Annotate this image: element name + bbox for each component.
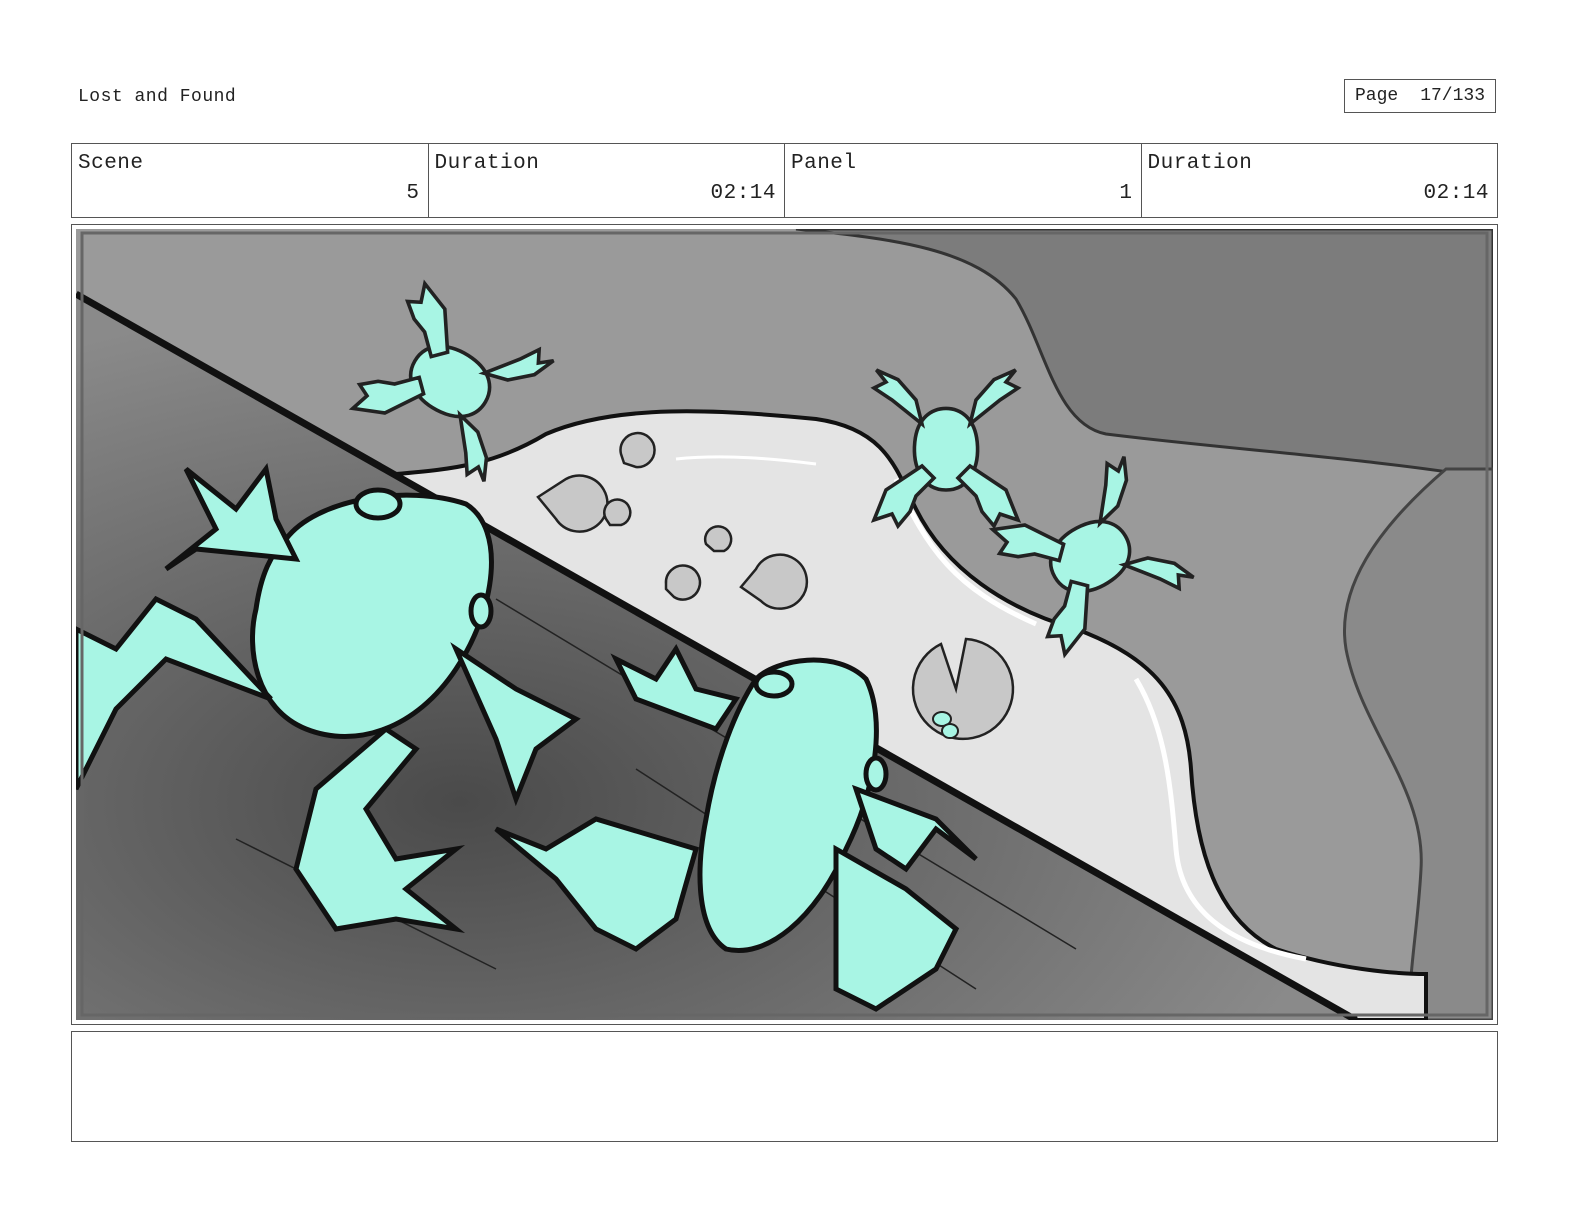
lily-pad-large xyxy=(911,637,1015,741)
panel-label: Panel xyxy=(791,152,857,175)
lily-pad xyxy=(703,525,733,553)
scene-label: Scene xyxy=(78,152,144,175)
panel-illustration xyxy=(76,229,1493,1020)
document-title: Lost and Found xyxy=(78,87,237,107)
scene-duration-cell: Duration 02:14 xyxy=(429,144,785,217)
page-indicator: Page 17/133 xyxy=(1344,79,1496,113)
panel-duration-value: 02:14 xyxy=(1423,182,1489,205)
lily-pad xyxy=(619,431,656,469)
scene-duration-value: 02:14 xyxy=(710,182,776,205)
lily-pad xyxy=(664,564,702,601)
panel-value: 1 xyxy=(1119,182,1133,205)
panel-duration-cell: Duration 02:14 xyxy=(1142,144,1498,217)
scene-duration-label: Duration xyxy=(434,152,540,175)
lily-pad xyxy=(603,498,632,527)
page-label: Page xyxy=(1354,86,1399,106)
scene-cell: Scene 5 xyxy=(72,144,429,217)
page-number: 17/133 xyxy=(1420,86,1486,106)
storyboard-panel xyxy=(71,224,1498,1025)
panel-cell: Panel 1 xyxy=(785,144,1142,217)
panel-info-row: Scene 5 Duration 02:14 Panel 1 Duration … xyxy=(71,143,1498,218)
scene-value: 5 xyxy=(406,182,420,205)
panel-notes[interactable] xyxy=(71,1031,1498,1142)
panel-duration-label: Duration xyxy=(1147,152,1253,175)
